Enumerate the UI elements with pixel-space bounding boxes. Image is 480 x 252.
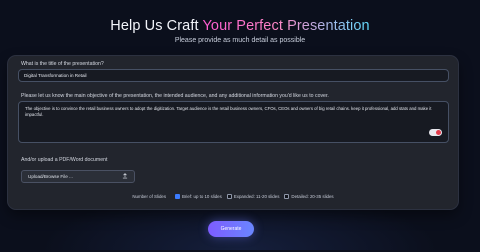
upload-button[interactable]: Upload/Browse File ... (21, 170, 135, 183)
option-detailed[interactable]: Detailed: 20-35 slides (284, 194, 334, 199)
title-highlight: Your Perfect Presentation (202, 18, 370, 34)
option-brief[interactable]: Brief: up to 10 slides (175, 194, 222, 199)
page-title: Help Us Craft Your Perfect Presentation (0, 18, 480, 34)
form-card: What is the title of the presentation? D… (8, 56, 458, 209)
objective-text: The objective is to convince the retail … (25, 106, 432, 118)
option-brief-label: Brief: up to 10 slides (182, 194, 222, 199)
toggle-icon[interactable] (429, 129, 442, 136)
slide-count-options: Number of Slides Brief: up to 10 slides … (8, 194, 458, 199)
objective-textarea[interactable]: The objective is to convince the retail … (18, 101, 449, 143)
generate-button[interactable]: Generate (208, 221, 254, 237)
checkbox-detailed[interactable] (284, 194, 290, 199)
toggle-dot (436, 130, 441, 135)
option-expanded-label: Expanded: 11-20 slides (233, 194, 280, 199)
slides-label: Number of Slides (132, 194, 167, 199)
upload-icon (122, 173, 128, 180)
upload-button-label: Upload/Browse File ... (28, 174, 73, 179)
option-expanded[interactable]: Expanded: 11-20 slides (226, 194, 280, 199)
objective-label: Please let us know the main objective of… (21, 93, 329, 99)
title-input[interactable]: Digital Transformation in Retail (18, 69, 449, 82)
title-label: What is the title of the presentation? (21, 61, 104, 67)
checkbox-expanded[interactable] (226, 194, 232, 199)
upload-label: And/or upload a PDF/Word document (21, 157, 108, 163)
title-prefix: Help Us Craft (110, 18, 203, 34)
page-subtitle: Please provide as much detail as possibl… (174, 37, 306, 44)
page-header: Help Us Craft Your Perfect Presentation … (0, 18, 480, 44)
checkbox-brief[interactable] (175, 194, 181, 199)
option-detailed-label: Detailed: 20-35 slides (291, 194, 334, 199)
